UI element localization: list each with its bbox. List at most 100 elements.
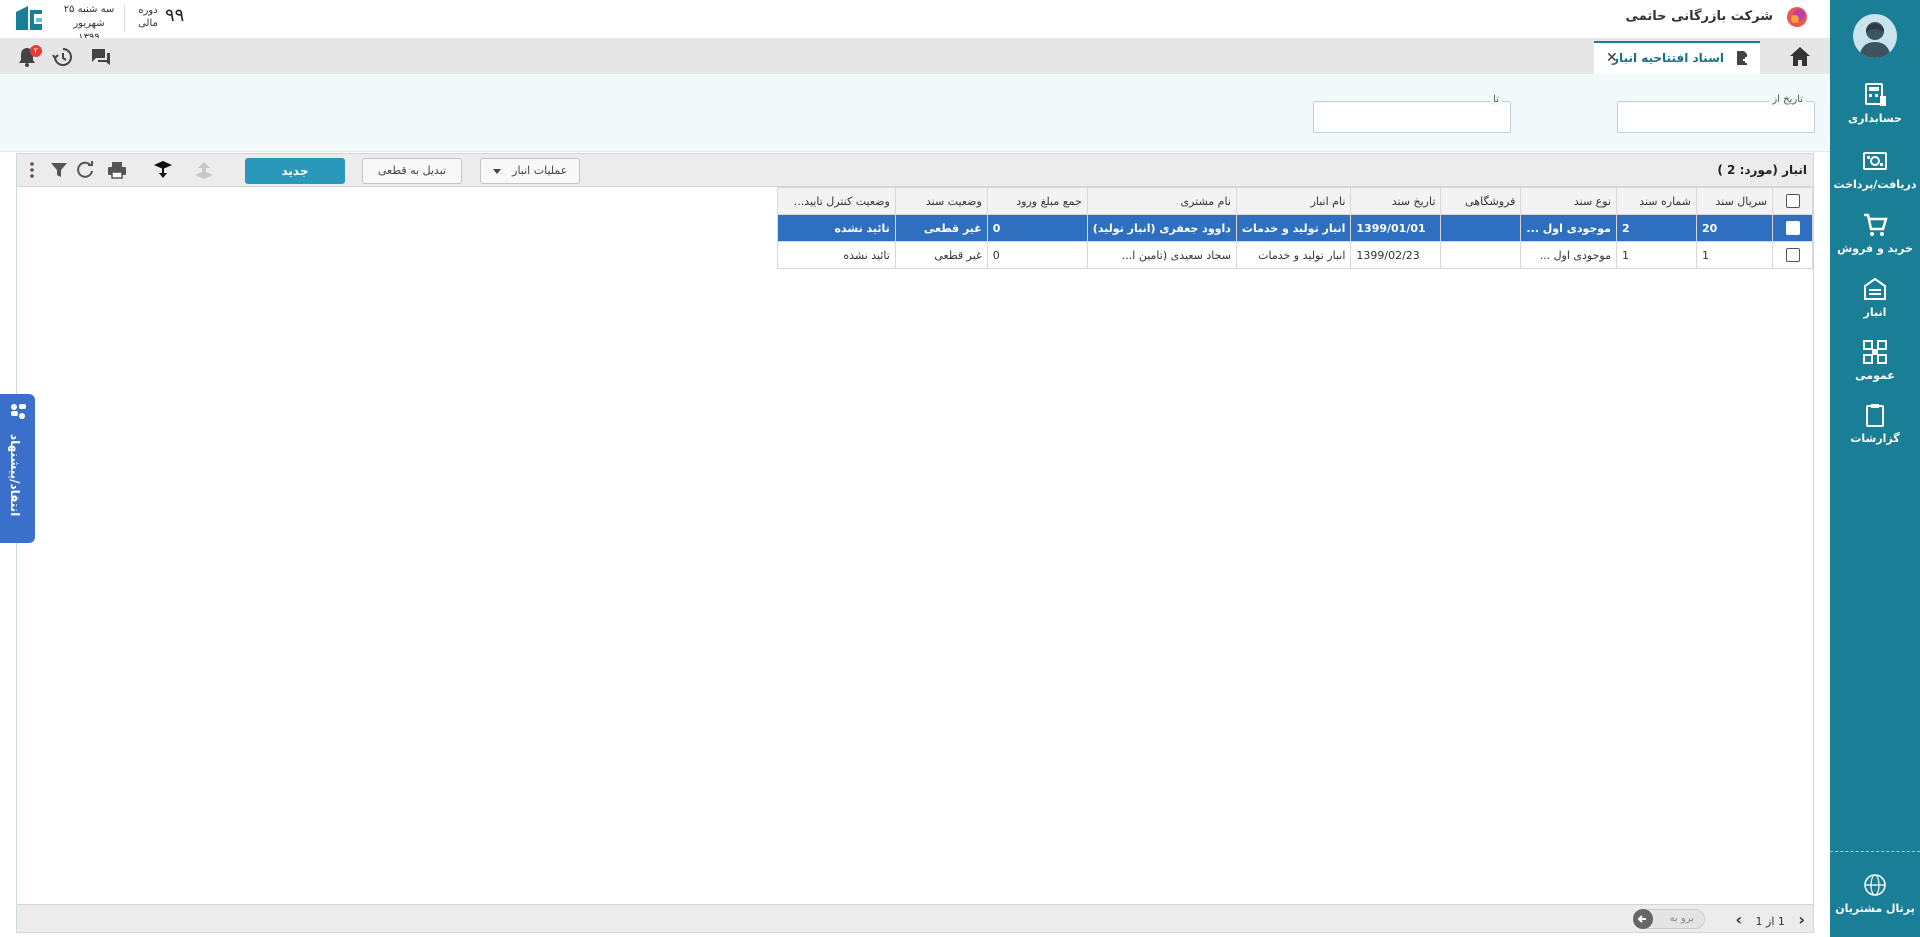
- feedback-label: انتقاد/پیشنهاد: [8, 434, 22, 517]
- column-header[interactable]: نام انبار: [1235, 187, 1352, 215]
- date-to-label: تا: [1490, 94, 1502, 105]
- tab-bar: اسناد افتتاحیه انبار ✕: [0, 38, 1830, 74]
- cell-control: تائید نشده: [776, 214, 896, 242]
- cell-date: 1399/02/23: [1350, 241, 1442, 269]
- date-line-weekday: سه شنبه ۲۵: [63, 4, 115, 15]
- home-icon[interactable]: [1787, 44, 1813, 68]
- column-header[interactable]: جمع مبلغ ورود: [986, 187, 1088, 215]
- table-header-row: سریال سند شماره سند نوع سند فروشگاهی تار…: [776, 187, 1813, 215]
- select-all-checkbox[interactable]: [1772, 187, 1813, 215]
- sidebar-item-label: دریافت/پرداخت: [1833, 178, 1917, 191]
- messages-icon[interactable]: [90, 46, 112, 68]
- cell-store: [1440, 214, 1522, 242]
- chevron-down-icon: [492, 168, 501, 174]
- cell-amount: 0: [986, 241, 1088, 269]
- column-header[interactable]: وضعیت کنترل تایید...: [776, 187, 896, 215]
- cell-store: [1440, 241, 1522, 269]
- cell-customer: سجاد سعیدی (تامین ا...: [1086, 241, 1237, 269]
- grid-footer: ‹ 1 از 1 › برو به: [17, 904, 1813, 932]
- table-row[interactable]: 1 1 موجودی اول ... 1399/02/23 انبار تولی…: [776, 241, 1813, 269]
- row-checkbox[interactable]: [1772, 214, 1813, 242]
- sidebar-item-accounting[interactable]: حسابداری: [1830, 82, 1920, 136]
- cell-status: غیر قطعی: [894, 241, 988, 269]
- sidebar-item-label: عمومی: [1855, 369, 1895, 382]
- sidebar-item-label: خرید و فروش: [1837, 242, 1913, 255]
- warehouse-icon: [1864, 277, 1886, 300]
- row-checkbox[interactable]: [1772, 241, 1813, 269]
- cell-customer: داوود جعفری (انبار تولید): [1086, 214, 1237, 242]
- column-header[interactable]: شماره سند: [1616, 187, 1697, 215]
- sidebar-item-reports[interactable]: گزارشات: [1830, 402, 1920, 456]
- document-add-icon: [1737, 51, 1749, 65]
- column-header[interactable]: فروشگاهی: [1440, 187, 1522, 215]
- globe-icon: [1864, 874, 1886, 896]
- sidebar-item-general[interactable]: عمومی: [1830, 339, 1920, 393]
- print-icon[interactable]: [106, 159, 128, 181]
- tab-opening-warehouse-docs[interactable]: اسناد افتتاحیه انبار ✕: [1594, 41, 1760, 74]
- fiscal-period-label: دوره مالی: [138, 5, 158, 29]
- column-header[interactable]: تاریخ سند: [1350, 187, 1442, 215]
- calculator-icon: [1865, 83, 1886, 106]
- cash-icon: [1863, 152, 1887, 170]
- sidebar-divider: [1830, 851, 1920, 852]
- app-logo: [16, 6, 42, 30]
- cell-date: 1399/01/01: [1350, 214, 1442, 242]
- prev-page-icon[interactable]: ›: [1735, 910, 1742, 929]
- refresh-icon[interactable]: [74, 159, 96, 181]
- cell-number: 2: [1616, 214, 1697, 242]
- user-avatar[interactable]: [1853, 14, 1897, 58]
- company-logo: [1787, 7, 1807, 27]
- fiscal-period-value[interactable]: ۹۹: [165, 5, 184, 26]
- filter-icon[interactable]: [48, 159, 70, 181]
- company-name: شرکت بازرگانی حاتمی: [1625, 9, 1773, 24]
- main-sidebar: حسابداری دریافت/پرداخت خرید و فروش انبار: [1830, 0, 1920, 937]
- column-header[interactable]: وضعیت سند: [894, 187, 988, 215]
- history-icon[interactable]: [52, 46, 74, 68]
- column-header[interactable]: نوع سند: [1520, 187, 1617, 215]
- cell-type: موجودی اول ...: [1520, 214, 1617, 242]
- grid-toolbar: انبار (مورد: 2 ) عملیات انبار تبدیل به ق…: [17, 154, 1813, 187]
- sidebar-item-label: حسابداری: [1848, 112, 1902, 125]
- page-indicator: 1 از 1: [1755, 915, 1785, 928]
- cell-amount: 0: [986, 214, 1088, 242]
- cell-number: 1: [1616, 241, 1697, 269]
- sidebar-item-customer-portal[interactable]: پرتال مشتریان: [1830, 872, 1920, 926]
- cart-icon: [1864, 213, 1888, 236]
- arrow-left-icon[interactable]: [1633, 909, 1653, 929]
- notifications-badge: ۲: [30, 45, 42, 57]
- grid-icon: [1863, 340, 1887, 364]
- date-from-label: تاریخ از: [1769, 94, 1806, 105]
- new-button[interactable]: جدید: [245, 158, 345, 184]
- date-to-field[interactable]: تا: [1313, 94, 1511, 133]
- more-vertical-icon[interactable]: [21, 159, 43, 181]
- sidebar-item-sales[interactable]: خرید و فروش: [1830, 212, 1920, 266]
- column-header[interactable]: نام مشتری: [1086, 187, 1237, 215]
- warehouse-operations-button[interactable]: عملیات انبار: [480, 158, 580, 184]
- feedback-tab[interactable]: انتقاد/پیشنهاد: [0, 394, 35, 543]
- pagination: ‹ 1 از 1 ›: [1735, 910, 1805, 929]
- next-page-icon[interactable]: ‹: [1798, 910, 1805, 929]
- top-header: شرکت بازرگانی حاتمی سه شنبه ۲۵ شهریور ۱۳…: [0, 0, 1830, 43]
- sidebar-item-label: گزارشات: [1850, 432, 1900, 445]
- table-row[interactable]: 20 2 موجودی اول ... 1399/01/01 انبار تول…: [776, 214, 1813, 242]
- cell-control: تائید نشده: [776, 241, 896, 269]
- grid-panel: انبار (مورد: 2 ) عملیات انبار تبدیل به ق…: [16, 153, 1814, 933]
- cell-status: غیر قطعی: [894, 214, 988, 242]
- sidebar-item-receive-pay[interactable]: دریافت/پرداخت: [1830, 148, 1920, 202]
- clipboard-icon: [1866, 404, 1884, 427]
- close-icon[interactable]: ✕: [1606, 50, 1618, 66]
- column-header[interactable]: سریال سند: [1696, 187, 1773, 215]
- app-root: حسابداری دریافت/پرداخت خرید و فروش انبار: [0, 0, 1920, 937]
- tab-title: اسناد افتتاحیه انبار: [1612, 51, 1724, 65]
- sidebar-item-label: انبار: [1863, 306, 1887, 319]
- date-from-field[interactable]: تاریخ از: [1617, 94, 1815, 133]
- filter-area: تاریخ از تا: [0, 74, 1830, 152]
- people-icon: [11, 404, 26, 419]
- cell-serial: 1: [1696, 241, 1773, 269]
- cell-warehouse: انبار تولید و خدمات: [1235, 241, 1352, 269]
- header-divider: [124, 4, 125, 32]
- sidebar-item-warehouse[interactable]: انبار: [1830, 276, 1920, 330]
- convert-to-final-button[interactable]: تبدیل به قطعی: [362, 158, 462, 184]
- grid-title: انبار (مورد: 2 ): [1717, 163, 1807, 177]
- import-icon[interactable]: [152, 159, 174, 181]
